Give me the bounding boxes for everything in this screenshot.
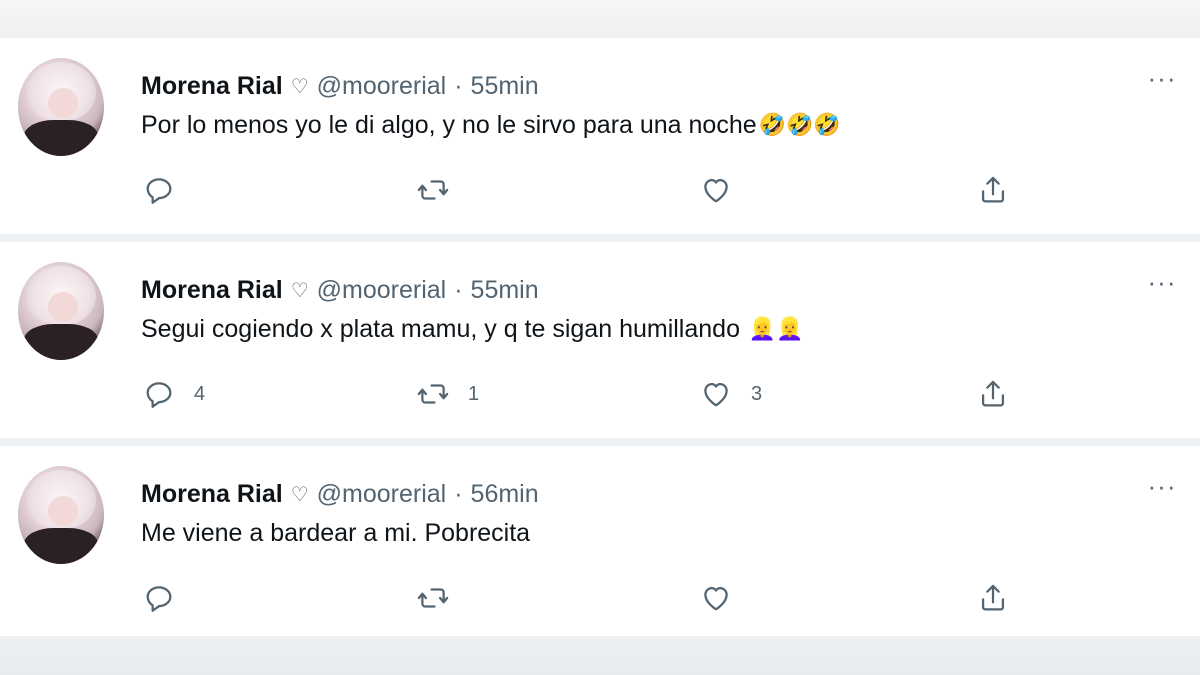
retweet-button[interactable] bbox=[416, 170, 468, 210]
heart-icon bbox=[704, 382, 728, 407]
emoji: 👱‍♀️👱‍♀️ bbox=[748, 316, 804, 341]
separator: · bbox=[454, 479, 463, 508]
reply-count: 4 bbox=[194, 382, 206, 405]
retweet-icon bbox=[417, 384, 449, 404]
tweet-header: Morena Rial ♡ @moorerial · 56min bbox=[141, 476, 539, 512]
avatar-body bbox=[24, 120, 98, 156]
separator: · bbox=[454, 71, 463, 100]
share-icon bbox=[981, 176, 1005, 203]
separator: · bbox=[454, 275, 463, 304]
heart-outline-icon: ♡ bbox=[290, 483, 309, 506]
tweet-actions bbox=[0, 170, 1200, 210]
share-button[interactable] bbox=[976, 170, 1010, 210]
tweet-text: Segui cogiendo x plata mamu, y q te siga… bbox=[141, 315, 804, 344]
avatar[interactable] bbox=[18, 466, 104, 564]
retweet-icon bbox=[417, 180, 449, 200]
display-name[interactable]: Morena Rial bbox=[141, 72, 283, 101]
avatar-body bbox=[24, 528, 98, 564]
tweet-header: Morena Rial ♡ @moorerial · 55min bbox=[141, 272, 539, 308]
tweet[interactable]: Morena Rial ♡ @moorerial · 55min ··· Seg… bbox=[0, 242, 1200, 446]
tweet-actions: 4 1 3 bbox=[0, 374, 1200, 414]
tweet-actions bbox=[0, 578, 1200, 618]
reply-button[interactable] bbox=[142, 578, 194, 618]
more-options-button[interactable]: ··· bbox=[1144, 65, 1180, 96]
tweet[interactable]: Morena Rial ♡ @moorerial · 56min ··· Me … bbox=[0, 446, 1200, 640]
like-button[interactable] bbox=[699, 170, 751, 210]
timestamp[interactable]: 55min bbox=[471, 276, 539, 305]
avatar-face bbox=[48, 496, 78, 526]
timestamp[interactable]: 55min bbox=[471, 72, 539, 101]
top-band bbox=[0, 0, 1200, 38]
retweet-count: 1 bbox=[468, 382, 480, 405]
avatar[interactable] bbox=[18, 262, 104, 360]
tweet-feed: Morena Rial ♡ @moorerial · 55min ··· Por… bbox=[0, 38, 1200, 640]
like-button[interactable] bbox=[699, 578, 751, 618]
retweet-icon bbox=[417, 588, 449, 608]
timestamp[interactable]: 56min bbox=[471, 480, 539, 509]
tweet-text-content: Segui cogiendo x plata mamu, y q te siga… bbox=[141, 315, 747, 343]
heart-icon bbox=[704, 586, 728, 611]
reply-icon bbox=[146, 586, 172, 612]
like-button[interactable]: 3 bbox=[699, 374, 762, 414]
share-icon bbox=[981, 584, 1005, 611]
avatar[interactable] bbox=[18, 58, 104, 156]
avatar-body bbox=[24, 324, 98, 360]
handle[interactable]: @moorerial bbox=[317, 72, 447, 101]
handle[interactable]: @moorerial bbox=[317, 276, 447, 305]
more-options-button[interactable]: ··· bbox=[1144, 269, 1180, 300]
reply-icon bbox=[146, 382, 172, 408]
tweet-text-content: Me viene a bardear a mi. Pobrecita bbox=[141, 519, 531, 547]
tweet-text: Me viene a bardear a mi. Pobrecita bbox=[141, 519, 532, 548]
retweet-button[interactable]: 1 bbox=[416, 374, 479, 414]
avatar-face bbox=[48, 88, 78, 118]
more-options-button[interactable]: ··· bbox=[1144, 473, 1180, 504]
emoji: 🤣🤣🤣 bbox=[758, 112, 841, 137]
handle[interactable]: @moorerial bbox=[317, 480, 447, 509]
bottom-band bbox=[0, 636, 1200, 675]
display-name[interactable]: Morena Rial bbox=[141, 480, 283, 509]
tweet-text-content: Por lo menos yo le di algo, y no le sirv… bbox=[141, 111, 757, 139]
retweet-button[interactable] bbox=[416, 578, 468, 618]
avatar-face bbox=[48, 292, 78, 322]
reply-icon bbox=[146, 178, 172, 204]
heart-icon bbox=[704, 178, 728, 203]
share-button[interactable] bbox=[976, 374, 1010, 414]
tweet[interactable]: Morena Rial ♡ @moorerial · 55min ··· Por… bbox=[0, 38, 1200, 242]
reply-button[interactable]: 4 bbox=[142, 374, 205, 414]
tweet-header: Morena Rial ♡ @moorerial · 55min bbox=[141, 68, 539, 104]
display-name[interactable]: Morena Rial bbox=[141, 276, 283, 305]
like-count: 3 bbox=[751, 382, 763, 405]
tweet-text: Por lo menos yo le di algo, y no le sirv… bbox=[141, 111, 841, 140]
reply-button[interactable] bbox=[142, 170, 194, 210]
share-icon bbox=[981, 380, 1005, 407]
share-button[interactable] bbox=[976, 578, 1010, 618]
heart-outline-icon: ♡ bbox=[290, 75, 309, 98]
heart-outline-icon: ♡ bbox=[290, 279, 309, 302]
